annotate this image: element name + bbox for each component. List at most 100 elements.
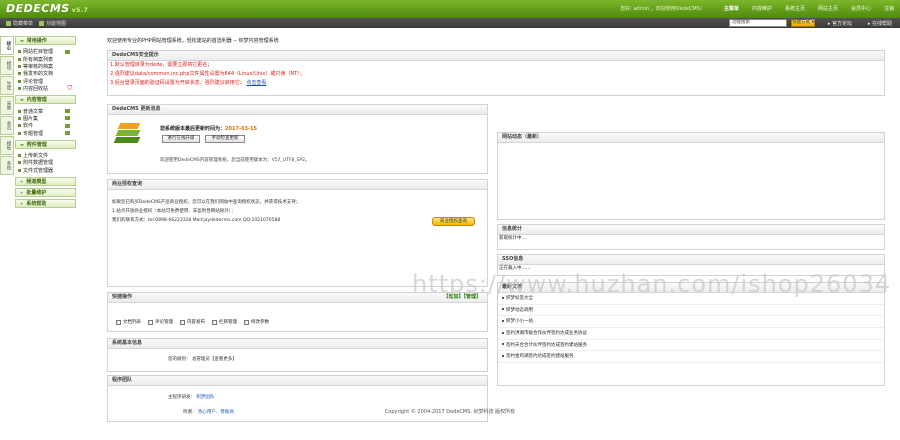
update-latest: 您系统版本最后更新时间为：2017-03-15 — [160, 126, 257, 132]
add-icon[interactable] — [65, 131, 70, 136]
top-nav: 您好: admin ，欢迎使用DedeCMS！ 主菜单 内容维护 系统主页 网站… — [620, 5, 896, 12]
function-search-input[interactable]: 功能搜索 — [729, 19, 787, 27]
map-icon — [39, 20, 45, 26]
app-logo[interactable]: DEDECMS v5.7 — [6, 2, 88, 15]
site-news-panel: 网站动态（最新） — [497, 132, 885, 220]
business-line-2: 1.站点开放商业授权（本站可免费使用、非盈利性网站除外）； — [112, 209, 236, 214]
hide-menu-icon — [6, 20, 11, 26]
bullet-icon — [18, 168, 21, 172]
tab-collect[interactable]: 采集 — [0, 96, 14, 115]
admin-level[interactable]: 总管理员【查看更多】 — [192, 357, 237, 362]
list-item[interactable]: 织梦动态调用 — [498, 305, 884, 317]
security-line-2: 2.强烈建议data/common.inc.php文件属性设置为644（Linu… — [110, 71, 305, 77]
bullet-icon — [18, 57, 21, 61]
tab-core[interactable]: 核心 — [0, 36, 14, 55]
expand-icon: + — [20, 201, 24, 207]
nav-site-home[interactable]: 网站主页 — [816, 5, 840, 12]
bullet-icon — [18, 79, 21, 83]
tab-generate[interactable]: 生成 — [0, 76, 14, 95]
collapse-icon: ▬ — [20, 97, 24, 103]
nav-main-menu[interactable]: 主菜单 — [722, 5, 741, 12]
business-line-1: 如果您已购买DedeCMS产品商业授权，您可以在我们网站中查询授权状态，并获得技… — [112, 200, 301, 205]
menu-list-common: 网站栏目管理 所有档案列表 等审核的档案 我发布的文档 评论管理 内容回收站 ⛉ — [15, 46, 76, 95]
security-title: DedeCMS安全提示 — [108, 51, 884, 61]
menu-item-software[interactable]: 软件 — [18, 122, 76, 129]
online-upgrade-button[interactable]: 进行在线升级 — [162, 135, 200, 143]
menu-item-pending[interactable]: 等审核的档案 — [18, 63, 76, 70]
tab-system[interactable]: 系统 — [0, 156, 14, 175]
add-icon[interactable] — [65, 49, 70, 54]
bullet-icon — [18, 72, 21, 76]
add-icon[interactable] — [65, 116, 70, 121]
tab-member[interactable]: 会员 — [0, 116, 14, 135]
menu-item-category[interactable]: 网站栏目管理 — [18, 48, 76, 55]
add-icon[interactable] — [65, 109, 70, 114]
menu-section-channel-model[interactable]: + 频道模型 — [15, 177, 76, 187]
tab-template[interactable]: 模板 — [0, 136, 14, 155]
team-title: 程序团队 — [108, 376, 487, 386]
forum-link[interactable]: ▸ 官方论坛 — [828, 20, 852, 27]
bullet-icon — [18, 64, 21, 68]
bullet-icon — [18, 109, 21, 113]
menu-item-images[interactable]: 图片集 — [18, 115, 76, 122]
collapse-icon: ▬ — [20, 38, 24, 43]
tab-module[interactable]: 模块 — [0, 56, 14, 75]
quick-category[interactable]: 栏目管理 — [212, 319, 237, 325]
team-dev-link[interactable]: 织梦团队 — [196, 395, 214, 400]
hide-menu-button[interactable]: 隐藏菜单 — [6, 20, 33, 27]
security-view-link[interactable]: 点击查看 — [246, 80, 266, 86]
shield-icon: ⛉ — [67, 84, 72, 92]
list-item[interactable]: 签约金鸡湖签约达成签约建站服务 — [498, 351, 884, 364]
list-item[interactable]: 织梦小小一站 — [498, 316, 884, 329]
bullet-icon — [18, 161, 21, 165]
nav-logout[interactable]: 注销 — [882, 5, 896, 12]
quick-doc-list[interactable]: 文档列表 — [116, 319, 141, 325]
layers-icon — [113, 121, 143, 147]
sub-bar: 隐藏菜单 功能地图 功能搜索 快捷方式 ▾ ▸ 官方论坛 ▸ 在线帮助 — [0, 18, 900, 28]
menu-item-my-docs[interactable]: 我发布的文档 — [18, 70, 76, 77]
greeting-text: 您好: admin ，欢迎使用DedeCMS！ — [620, 6, 705, 12]
list-item[interactable]: 签约天合合计伙伴签约达成签约建站服务 — [498, 340, 884, 352]
watermark-text: https://www.huzhan.com/ishop26034 — [412, 270, 892, 298]
nav-content[interactable]: 内容维护 — [750, 5, 774, 12]
expand-icon: + — [20, 179, 24, 185]
menu-section-help[interactable]: + 系统帮助 — [15, 199, 76, 209]
menu-item-recycle[interactable]: 内容回收站 ⛉ — [18, 85, 76, 92]
menu-item-upload[interactable]: 上传新文件 — [18, 152, 76, 159]
help-link[interactable]: ▸ 在线帮助 — [868, 20, 892, 27]
business-title: 商业授权查询 — [108, 180, 487, 190]
quick-panel: 快捷操作 【增加】【管理】 文档列表 评论管理 内容发布 栏目管理 修改参数 — [107, 292, 488, 332]
bullet-icon — [502, 331, 504, 334]
stats-title: 信息统计 — [498, 225, 884, 235]
manual-check-button[interactable]: 手动检查更新 — [205, 135, 245, 143]
list-item[interactable]: 签约洪湖市级合作伙伴签约达成业务协议 — [498, 328, 884, 340]
business-query-button[interactable]: 商业授权查询 — [432, 217, 475, 226]
list-icon — [116, 319, 121, 325]
menu-item-topics[interactable]: 专题管理 — [18, 130, 76, 137]
quick-params[interactable]: 修改参数 — [244, 319, 269, 325]
top-bar: DEDECMS v5.7 您好: admin ，欢迎使用DedeCMS！ 主菜单 … — [0, 0, 900, 18]
quick-comments[interactable]: 评论管理 — [148, 319, 173, 325]
menu-section-batch[interactable]: + 批量维护 — [15, 188, 76, 198]
team-row-1: 主程序研发： 织梦团队 — [168, 395, 215, 400]
menu-item-article[interactable]: 普通文章 — [18, 107, 76, 115]
menu-item-all-docs[interactable]: 所有档案列表 — [18, 55, 76, 63]
function-map-button[interactable]: 功能地图 — [39, 20, 66, 27]
bullet-icon — [502, 343, 504, 346]
sysinfo-panel: 系统基本信息 您的级别： 总管理员【查看更多】 — [107, 338, 488, 372]
menu-section-common[interactable]: ▬ 常用操作 — [15, 36, 76, 45]
collapse-icon: ▬ — [20, 141, 24, 147]
nav-member[interactable]: 会员中心 — [849, 5, 873, 12]
menu-list-attachments: 上传新文件 附件数据管理 文件式管理器 — [15, 150, 76, 177]
sso-title: SSO信息 — [498, 255, 884, 265]
add-icon[interactable] — [65, 123, 70, 128]
quick-publish[interactable]: 内容发布 — [180, 319, 205, 325]
nav-system-home[interactable]: 系统主页 — [783, 5, 807, 12]
bullet-icon — [18, 154, 21, 158]
update-desc: 欢迎使用DedeCMS内容管理系统，您当前使用版本为：V57_UTF8_SP2。 — [160, 158, 310, 163]
shortcut-select[interactable]: 快捷方式 ▾ — [791, 19, 815, 27]
menu-section-attachments[interactable]: ▬ 附件管理 — [15, 139, 76, 149]
menu-item-file-manager[interactable]: 文件式管理器 — [18, 167, 76, 174]
menu-item-attach-data[interactable]: 附件数据管理 — [18, 159, 76, 166]
menu-section-content[interactable]: ▬ 内容管理 — [15, 95, 76, 105]
